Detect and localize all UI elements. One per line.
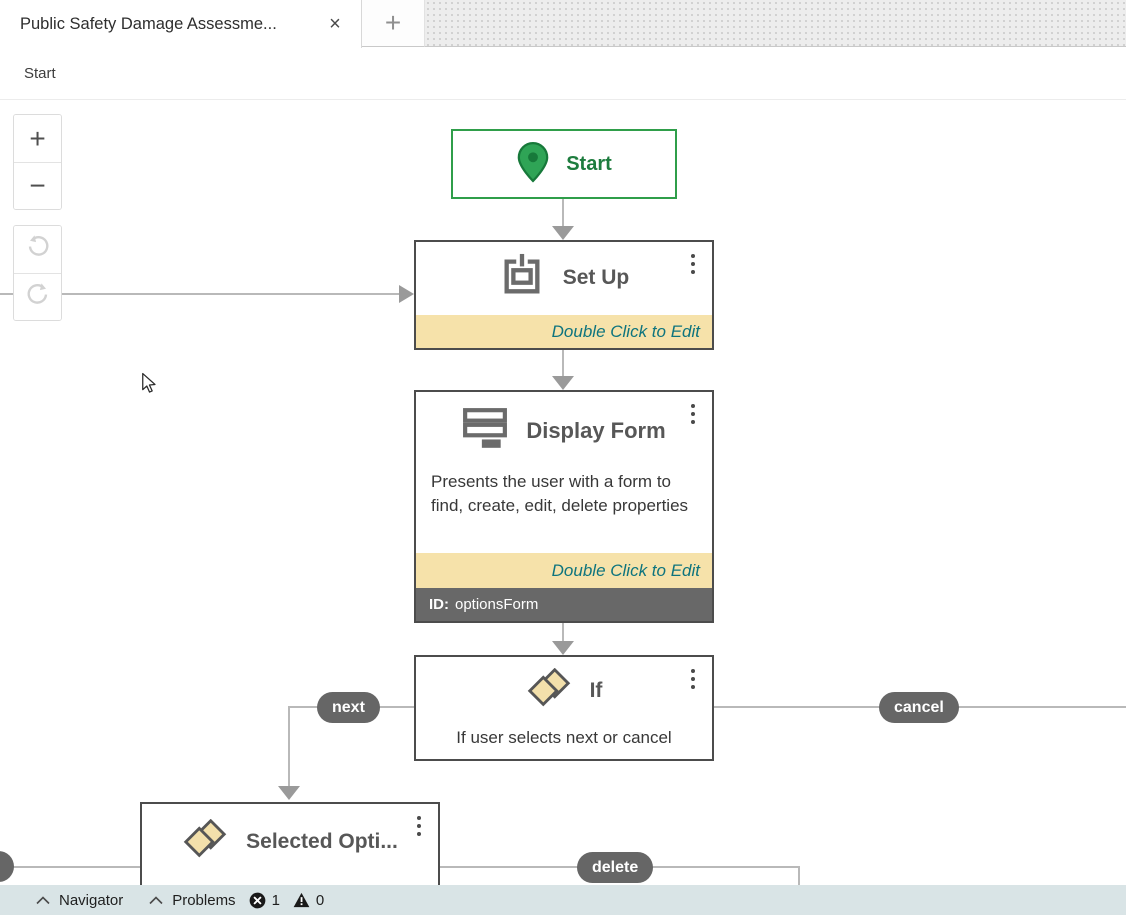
node-if-description: If user selects next or cancel: [416, 726, 712, 750]
tab-title: Public Safety Damage Assessme...: [20, 15, 321, 34]
edge-display-if: [562, 623, 564, 643]
kebab-menu-icon[interactable]: [684, 251, 702, 277]
history-controls: [13, 225, 62, 321]
problems-toggle[interactable]: Problems: [149, 892, 235, 909]
zoom-out-button[interactable]: −: [14, 162, 61, 209]
node-if[interactable]: If If user selects next or cancel: [414, 655, 714, 761]
edge-bottom-left: [0, 866, 140, 868]
edit-hint-text: Double Click to Edit: [552, 561, 700, 581]
edge-label-cancel-text: cancel: [894, 699, 944, 717]
kebab-menu-icon[interactable]: [684, 401, 702, 427]
navigator-label: Navigator: [59, 892, 123, 909]
location-pin-icon: [516, 141, 550, 188]
redo-button[interactable]: [14, 273, 61, 320]
arrowhead-down-icon: [278, 786, 300, 800]
edge-label-cancel[interactable]: cancel: [879, 692, 959, 723]
node-setup-title: Set Up: [563, 266, 630, 290]
node-display-form[interactable]: Display Form Presents the user with a fo…: [414, 390, 714, 623]
node-setup[interactable]: Set Up Double Click to Edit: [414, 240, 714, 350]
setup-icon: [499, 253, 545, 304]
undo-button[interactable]: [14, 226, 61, 273]
edge-if-next-v: [288, 706, 290, 786]
zoom-in-icon: +: [29, 123, 45, 155]
node-if-title: If: [590, 679, 603, 703]
form-icon: [462, 406, 508, 457]
node-start-title: Start: [566, 153, 612, 176]
arrowhead-down-icon: [552, 641, 574, 655]
edge-start-setup: [562, 199, 564, 228]
id-value: optionsForm: [455, 596, 538, 613]
chevron-up-icon: [36, 892, 50, 909]
edge-label-next-text: next: [332, 699, 365, 717]
node-selected-title: Selected Opti...: [246, 830, 398, 854]
edge-label-next[interactable]: next: [317, 692, 380, 723]
warning-count: 0: [316, 892, 324, 909]
plus-icon: +: [385, 7, 401, 39]
breadcrumb: Start: [0, 48, 1126, 100]
app-window: Public Safety Damage Assessme... × + Sta…: [0, 0, 1126, 915]
edge-bottom-drop: [798, 866, 800, 885]
close-icon[interactable]: ×: [321, 10, 349, 38]
decision-diamonds-icon: [182, 819, 228, 866]
new-tab-button[interactable]: +: [362, 0, 425, 47]
arrowhead-down-icon: [552, 376, 574, 390]
id-label: ID:: [429, 596, 449, 613]
error-count: 1: [272, 892, 280, 909]
node-start[interactable]: Start: [451, 129, 677, 199]
problems-label: Problems: [172, 892, 235, 909]
undo-icon: [25, 233, 51, 266]
arrowhead-right-icon: [399, 285, 414, 303]
mouse-cursor-icon: [140, 372, 157, 400]
error-icon: [249, 892, 266, 909]
redo-icon: [25, 281, 51, 314]
chevron-up-icon: [149, 892, 163, 909]
status-bar: Navigator Problems 1 0: [0, 885, 1126, 915]
zoom-in-button[interactable]: +: [14, 115, 61, 162]
node-id-strip: ID: optionsForm: [416, 588, 712, 621]
kebab-menu-icon[interactable]: [410, 813, 428, 839]
edge-label-delete[interactable]: delete: [577, 852, 653, 883]
edge-setup-display: [562, 350, 564, 378]
decision-diamonds-icon: [526, 668, 572, 715]
tab-public-safety[interactable]: Public Safety Damage Assessme... ×: [0, 0, 362, 48]
navigator-toggle[interactable]: Navigator: [36, 892, 123, 909]
edge-label-delete-text: delete: [592, 859, 638, 877]
node-display-description: Presents the user with a form to find, c…: [416, 464, 712, 518]
node-display-title: Display Form: [526, 418, 665, 444]
edit-hint-banner: Double Click to Edit: [416, 315, 712, 348]
kebab-menu-icon[interactable]: [684, 666, 702, 692]
arrowhead-down-icon: [552, 226, 574, 240]
edit-hint-banner: Double Click to Edit: [416, 553, 712, 588]
edit-hint-text: Double Click to Edit: [552, 322, 700, 342]
warning-icon: [293, 892, 310, 908]
zoom-controls: + −: [13, 114, 62, 210]
tab-strip-background: [425, 0, 1126, 47]
zoom-out-icon: −: [29, 170, 45, 202]
breadcrumb-start[interactable]: Start: [24, 65, 56, 82]
